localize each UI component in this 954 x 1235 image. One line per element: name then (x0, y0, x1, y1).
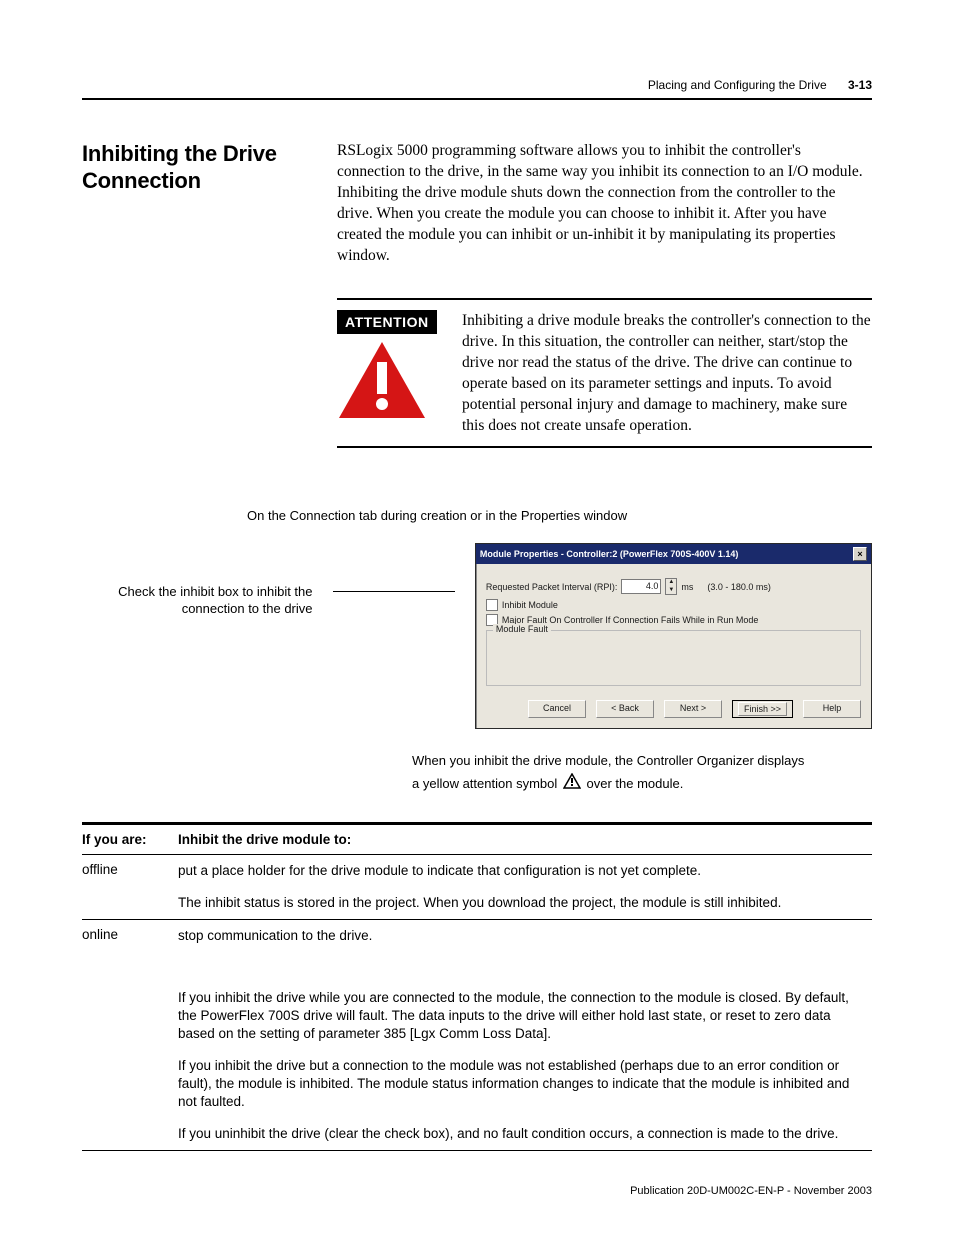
table-head-c1: If you are: (82, 824, 178, 855)
running-header: Placing and Configuring the Drive 3-13 (82, 78, 872, 92)
connection-tab-caption: On the Connection tab during creation or… (247, 508, 872, 523)
attention-block: ATTENTION Inhibiting a drive module brea… (337, 298, 872, 448)
publication-footer: Publication 20D-UM002C-EN-P - November 2… (630, 1185, 872, 1197)
table-row1-c2: stop communication to the drive. If you … (178, 920, 872, 1151)
intro-paragraph: RSLogix 5000 programming software allows… (337, 140, 872, 266)
rpi-unit: ms (681, 582, 693, 592)
attention-symbol-icon (563, 773, 581, 796)
help-button[interactable]: Help (803, 700, 861, 718)
table-head-c2: Inhibit the drive module to: (178, 824, 872, 855)
module-fault-groupbox: Module Fault (486, 630, 861, 686)
table-row0-c2: put a place holder for the drive module … (178, 855, 872, 920)
inhibit-checkbox-label: Inhibit Module (502, 600, 558, 610)
post-dialog-line2b: over the module. (587, 776, 684, 791)
page-number: 3-13 (848, 78, 872, 92)
warning-icon (337, 340, 452, 425)
inhibit-callout: Check the inhibit box to inhibit the con… (82, 543, 313, 617)
rpi-range: (3.0 - 180.0 ms) (707, 582, 771, 592)
table-row: online stop communication to the drive. … (82, 920, 872, 1151)
back-button[interactable]: < Back (596, 700, 654, 718)
attention-text: Inhibiting a drive module breaks the con… (452, 310, 872, 436)
rpi-row: Requested Packet Interval (RPI): 4.0 ▲▼ … (486, 578, 861, 595)
attention-label: ATTENTION (337, 310, 437, 334)
table-row: offline put a place holder for the drive… (82, 855, 872, 920)
table-row0-c1: offline (82, 855, 178, 920)
rpi-input[interactable]: 4.0 (621, 579, 661, 594)
rpi-stepper[interactable]: ▲▼ (665, 578, 677, 595)
dialog-title-text: Module Properties - Controller:2 (PowerF… (480, 549, 739, 559)
module-properties-dialog: Module Properties - Controller:2 (PowerF… (475, 543, 872, 729)
header-rule (82, 98, 872, 100)
callout-leader-line (333, 591, 455, 592)
post-dialog-line2a: a yellow attention symbol (412, 776, 557, 791)
close-icon[interactable]: × (853, 547, 867, 561)
rpi-label: Requested Packet Interval (RPI): (486, 582, 618, 592)
running-title: Placing and Configuring the Drive (648, 78, 827, 92)
section-heading: Inhibiting the Drive Connection (82, 140, 317, 194)
module-fault-legend: Module Fault (493, 624, 551, 634)
cancel-button[interactable]: Cancel (528, 700, 586, 718)
post-dialog-note: When you inhibit the drive module, the C… (412, 749, 872, 796)
inhibit-usage-table: If you are: Inhibit the drive module to:… (82, 822, 872, 1151)
dialog-titlebar: Module Properties - Controller:2 (PowerF… (476, 544, 871, 564)
next-button[interactable]: Next > (664, 700, 722, 718)
intro-block: Inhibiting the Drive Connection RSLogix … (82, 140, 872, 448)
inhibit-checkbox[interactable] (486, 599, 498, 611)
table-row1-c1: online (82, 920, 178, 1151)
post-dialog-line1: When you inhibit the drive module, the C… (412, 749, 872, 772)
finish-button[interactable]: Finish >> (732, 700, 793, 718)
